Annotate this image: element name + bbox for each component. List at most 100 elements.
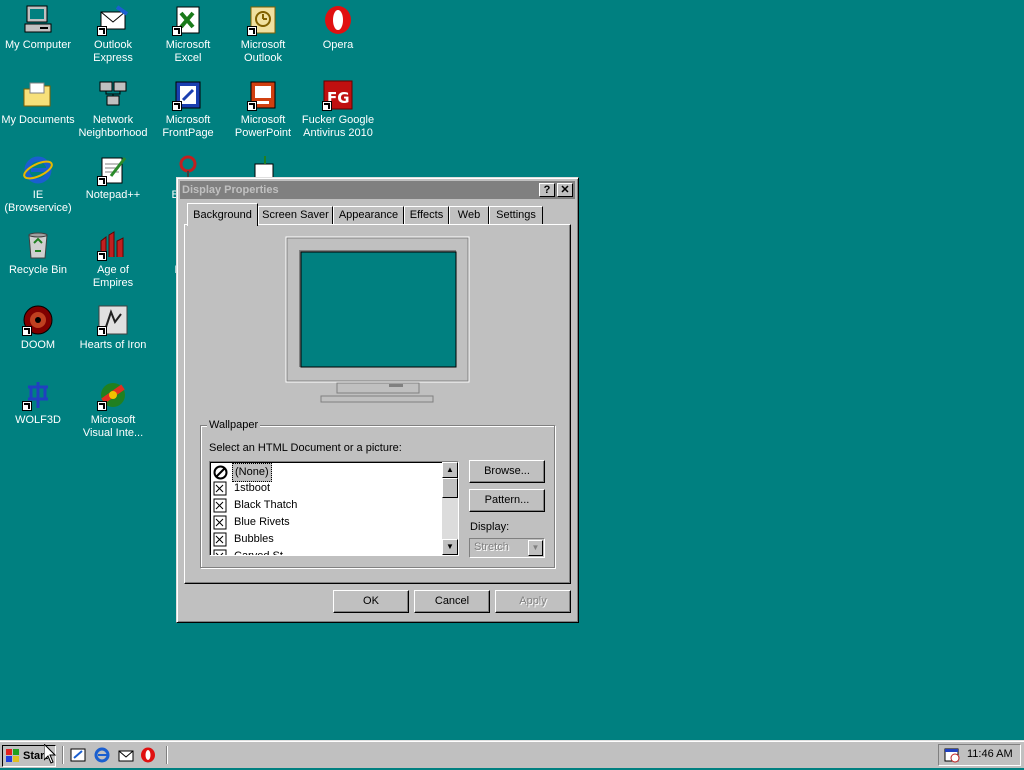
scroll-up-button[interactable]: ▲ xyxy=(442,462,458,478)
desktop-icon-network[interactable]: Network Neighborhood xyxy=(76,79,150,140)
desktop-icon-notepad-plus-plus[interactable]: Notepad++ xyxy=(76,154,150,202)
doom-icon xyxy=(22,304,54,336)
desktop-icon-ie[interactable]: IE (Browservice) xyxy=(1,154,75,215)
clock[interactable]: 11:46 AM xyxy=(967,748,1013,760)
desktop-icon-age-of-empires[interactable]: Age of Empires xyxy=(76,229,150,290)
desktop-icon-antivirus[interactable]: FG Fucker Google Antivirus 2010 xyxy=(301,79,375,140)
antivirus-icon: FG xyxy=(322,79,354,111)
desktop-icon-my-documents[interactable]: My Documents xyxy=(1,79,75,127)
outlook-icon xyxy=(247,4,279,36)
display-select[interactable]: Stretch ▼ xyxy=(469,538,545,558)
quick-launch-divider xyxy=(62,746,64,764)
list-item[interactable]: Blue Rivets xyxy=(213,514,292,531)
opera-icon[interactable] xyxy=(140,747,156,763)
mouse-cursor xyxy=(43,742,57,764)
outlook-express-icon xyxy=(97,4,129,36)
age-of-empires-icon xyxy=(97,229,129,261)
network-icon xyxy=(97,79,129,111)
browse-button[interactable]: Browse... xyxy=(469,460,545,483)
apply-button[interactable]: Apply xyxy=(495,590,571,613)
tab-appearance[interactable]: Appearance xyxy=(333,206,404,225)
scroll-thumb[interactable] xyxy=(442,478,458,498)
bitmap-file-icon xyxy=(213,549,228,555)
list-item[interactable]: Bubbles xyxy=(213,531,276,548)
bitmap-file-icon xyxy=(213,532,228,547)
tab-effects[interactable]: Effects xyxy=(404,206,449,225)
scheduler-icon[interactable] xyxy=(944,747,960,763)
desktop-icon-label: Notepad++ xyxy=(85,189,141,201)
list-item[interactable]: Black Thatch xyxy=(213,497,299,514)
chevron-down-icon[interactable]: ▼ xyxy=(528,540,543,556)
desktop-icon-opera[interactable]: Opera xyxy=(301,4,375,52)
desktop-icon-powerpoint[interactable]: Microsoft PowerPoint xyxy=(226,79,300,140)
windows-logo-icon xyxy=(6,749,20,763)
desktop-icon-label: Fucker Google Antivirus 2010 xyxy=(301,114,375,139)
tab-web[interactable]: Web xyxy=(449,206,489,225)
scroll-down-button[interactable]: ▼ xyxy=(442,539,458,555)
desktop-icon-label: Network Neighborhood xyxy=(78,114,148,139)
display-label: Display: xyxy=(470,521,510,533)
pattern-button[interactable]: Pattern... xyxy=(469,489,545,512)
tab-settings[interactable]: Settings xyxy=(489,206,543,225)
list-item-none[interactable]: (None) xyxy=(213,463,272,482)
desktop: { "desktop": { "icons": [ {"label":"My C… xyxy=(0,0,1024,768)
cancel-button[interactable]: Cancel xyxy=(414,590,490,613)
desktop-icon-hearts-of-iron[interactable]: Hearts of Iron xyxy=(76,304,150,352)
desktop-icon-label: Age of Empires xyxy=(92,264,134,289)
desktop-icon-label: WOLF3D xyxy=(15,414,61,426)
wallpaper-list[interactable]: (None) 1stboot Black Thatch Blue Rivets … xyxy=(209,461,459,556)
desktop-icon-label: Microsoft Excel xyxy=(165,39,211,64)
tab-background[interactable]: Background xyxy=(187,203,258,226)
desktop-icon-recycle-bin[interactable]: Recycle Bin xyxy=(1,229,75,277)
desktop-icon-wolf3d[interactable]: WOLF3D xyxy=(1,379,75,427)
close-button[interactable]: ✕ xyxy=(557,183,573,197)
list-scrollbar[interactable]: ▲ ▼ xyxy=(442,462,458,555)
desktop-icon-label: Outlook Express xyxy=(93,39,133,64)
desktop-icon-outlook-express[interactable]: Outlook Express xyxy=(76,4,150,65)
list-item[interactable]: Carved St xyxy=(213,548,285,555)
visual-interdev-icon xyxy=(97,379,129,411)
select-label: Select an HTML Document or a picture: xyxy=(209,442,402,454)
desktop-icon-label: IE (Browservice) xyxy=(4,189,72,214)
desktop-icon-visual-interdev[interactable]: Microsoft Visual Inte... xyxy=(76,379,150,440)
desktop-icon-label: Opera xyxy=(322,39,354,51)
desktop-icon-frontpage[interactable]: Microsoft FrontPage xyxy=(151,79,225,140)
bitmap-file-icon xyxy=(213,515,228,530)
ok-button[interactable]: OK xyxy=(333,590,409,613)
desktop-icon-label: Microsoft Visual Inte... xyxy=(82,414,144,439)
none-icon xyxy=(213,465,228,480)
desktop-icon-label: Microsoft FrontPage xyxy=(162,114,214,139)
desktop-icon-label: Recycle Bin xyxy=(8,264,68,276)
list-item[interactable]: 1stboot xyxy=(213,480,272,497)
desktop-icon-outlook[interactable]: Microsoft Outlook xyxy=(226,4,300,65)
taskbar-divider xyxy=(166,746,168,764)
internet-explorer-icon xyxy=(22,154,54,186)
wolf3d-icon xyxy=(22,379,54,411)
taskbar: Start 11:46 AM xyxy=(0,740,1024,768)
desktop-icon-label: Microsoft Outlook xyxy=(240,39,286,64)
excel-icon xyxy=(172,4,204,36)
title-bar[interactable]: Display Properties ? ✕ xyxy=(180,181,575,199)
window-title: Display Properties xyxy=(182,184,279,196)
desktop-icon-my-computer[interactable]: My Computer xyxy=(1,4,75,52)
desktop-icon-label: DOOM xyxy=(20,339,56,351)
computer-icon xyxy=(22,4,54,36)
tab-screen-saver[interactable]: Screen Saver xyxy=(258,206,333,225)
frontpage-icon xyxy=(172,79,204,111)
wallpaper-group-label: Wallpaper xyxy=(207,419,261,431)
outlook-express-icon[interactable] xyxy=(118,747,134,763)
desktop-icon-doom[interactable]: DOOM xyxy=(1,304,75,352)
desktop-icon-label: My Computer xyxy=(4,39,72,51)
monitor-preview xyxy=(285,236,470,403)
desktop-icon-label: Hearts of Iron xyxy=(79,339,147,351)
hearts-of-iron-icon xyxy=(97,304,129,336)
bitmap-file-icon xyxy=(213,498,228,513)
notepad-icon xyxy=(97,154,129,186)
recycle-bin-icon xyxy=(22,229,54,261)
bitmap-file-icon xyxy=(213,481,228,496)
show-desktop-icon[interactable] xyxy=(70,747,86,763)
internet-explorer-icon[interactable] xyxy=(94,747,110,763)
desktop-icon-excel[interactable]: Microsoft Excel xyxy=(151,4,225,65)
help-button[interactable]: ? xyxy=(539,183,555,197)
desktop-icon-label: My Documents xyxy=(1,114,75,126)
